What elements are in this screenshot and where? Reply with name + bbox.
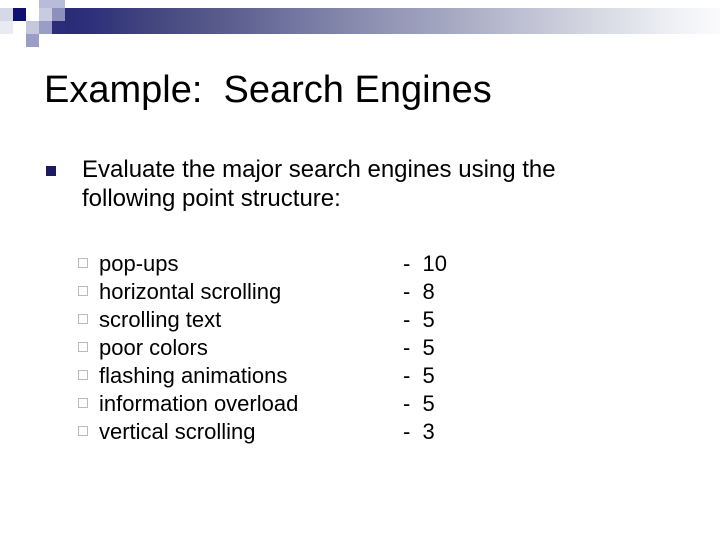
bullet-level1-text: Evaluate the major search engines using … <box>82 156 556 212</box>
point-list: pop-ups - 10 horizontal scrolling - 8 scroll… <box>78 250 498 446</box>
list-item: scrolling text - 5 <box>78 306 498 334</box>
list-item-label: scrolling text <box>99 307 222 332</box>
header-square-3 <box>13 21 26 34</box>
header-square-13 <box>52 21 65 34</box>
header-gradient-band <box>34 8 720 34</box>
list-item-label: information overload <box>99 391 299 416</box>
hollow-square-bullet-icon <box>78 314 88 324</box>
header-square-5 <box>26 8 39 21</box>
hollow-square-bullet-icon <box>78 370 88 380</box>
list-item: pop-ups - 10 <box>78 250 498 278</box>
list-item-label: horizontal scrolling <box>99 279 282 304</box>
header-square-12 <box>52 8 65 21</box>
header-square-1 <box>0 21 13 34</box>
list-item-value: - 5 <box>403 391 435 416</box>
list-item: poor colors - 5 <box>78 334 498 362</box>
list-item: horizontal scrolling - 8 <box>78 278 498 306</box>
list-item-value: - 8 <box>403 279 435 304</box>
header-square-4 <box>13 34 26 47</box>
list-item-value: - 10 <box>403 251 448 276</box>
list-item-label: vertical scrolling <box>99 419 256 444</box>
header-square-10 <box>39 21 52 34</box>
list-item: information overload - 5 <box>78 390 498 418</box>
list-item: vertical scrolling - 3 <box>78 418 498 446</box>
header-decoration <box>0 0 720 52</box>
slide: Example: Search Engines Evaluate the maj… <box>0 0 720 540</box>
list-item-value: - 3 <box>403 419 435 444</box>
list-item-value: - 5 <box>403 335 435 360</box>
list-item-value: - 5 <box>403 307 435 332</box>
header-square-7 <box>26 34 39 47</box>
header-square-0 <box>0 8 13 21</box>
hollow-square-bullet-icon <box>78 286 88 296</box>
list-item-label: flashing animations <box>99 363 288 388</box>
list-item: flashing animations - 5 <box>78 362 498 390</box>
header-square-9 <box>39 8 52 21</box>
list-item-label: pop-ups <box>99 251 179 276</box>
hollow-square-bullet-icon <box>78 426 88 436</box>
hollow-square-bullet-icon <box>78 398 88 408</box>
bullet-level1: Evaluate the major search engines using … <box>44 155 644 213</box>
header-square-2 <box>13 8 26 21</box>
hollow-square-bullet-icon <box>78 258 88 268</box>
header-square-6 <box>26 21 39 34</box>
list-item-value: - 5 <box>403 363 435 388</box>
list-item-label: poor colors <box>99 335 208 360</box>
page-title: Example: Search Engines <box>44 69 492 111</box>
hollow-square-bullet-icon <box>78 342 88 352</box>
filled-square-bullet-icon <box>46 166 56 176</box>
